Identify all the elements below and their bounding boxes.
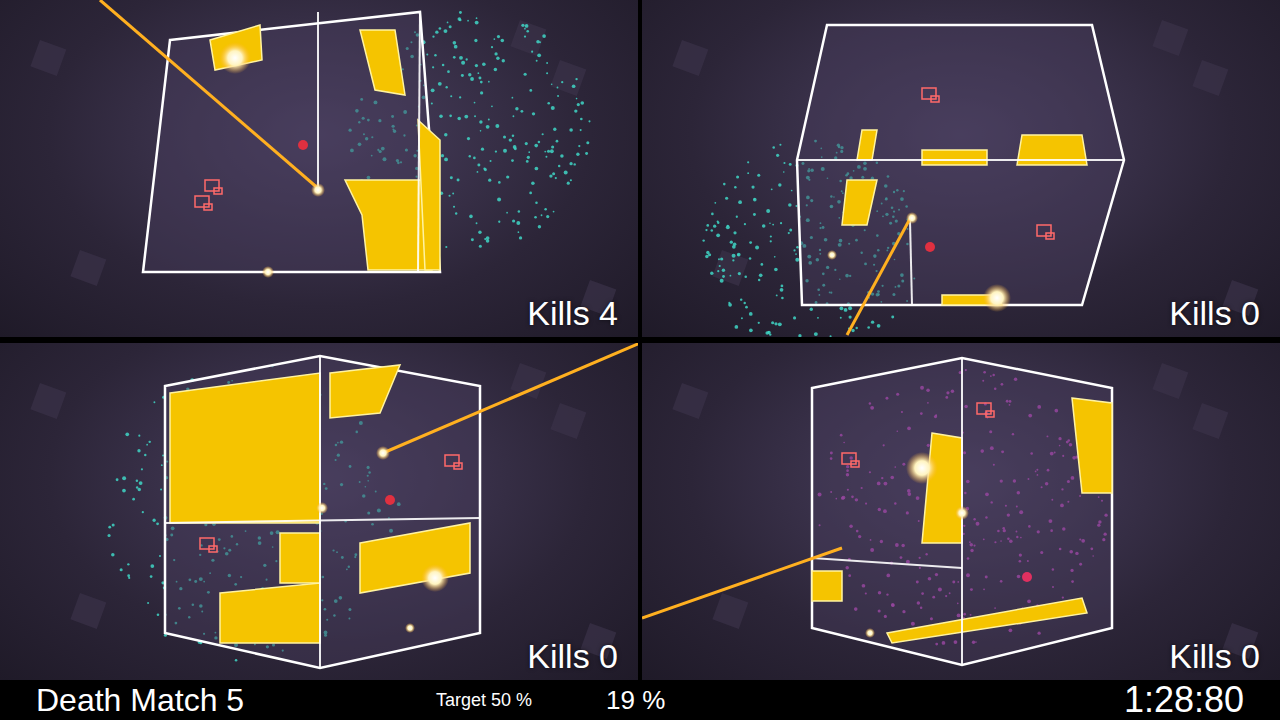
- wall-block: [330, 365, 400, 418]
- game-scene: [642, 0, 1280, 337]
- target-label: Target 50 %: [436, 690, 606, 711]
- player-glow: [827, 250, 837, 260]
- wall-block: [280, 533, 320, 583]
- player-glow: [906, 212, 918, 224]
- kills-label: Kills 0: [1167, 635, 1262, 678]
- wall-block: [360, 30, 405, 95]
- player-glow: [983, 284, 1011, 312]
- player-glow: [421, 564, 449, 592]
- cube: [797, 25, 1124, 305]
- player-glow: [865, 628, 875, 638]
- player-viewport: Kills 0: [642, 343, 1280, 680]
- enemy-marker: [385, 495, 395, 505]
- pickup-icon: [922, 88, 939, 102]
- wall-block: [887, 598, 1087, 643]
- player-glow: [316, 502, 328, 514]
- laser-beam: [847, 215, 912, 335]
- game-scene: [0, 343, 638, 680]
- cube: [143, 12, 440, 272]
- pickup-icon: [205, 180, 222, 194]
- player-glow: [311, 183, 325, 197]
- wall-block: [418, 120, 440, 270]
- split-screen: Kills 4Kills 0Kills 0Kills 0Death Match …: [0, 0, 1280, 720]
- wall-block: [812, 571, 842, 601]
- pickup-icon: [977, 403, 994, 417]
- pickup-icon: [842, 453, 859, 467]
- wall-block: [842, 180, 877, 225]
- cube: [165, 356, 480, 668]
- player-glow: [906, 452, 938, 484]
- status-bar: Death Match 5Target 50 %19 %1:28:80: [0, 680, 1280, 720]
- wall-block: [170, 373, 320, 523]
- timer-label: 1:28:80: [1124, 679, 1244, 720]
- player-viewport: Kills 0: [642, 0, 1280, 337]
- player-glow: [376, 446, 390, 460]
- wall-block: [360, 523, 470, 593]
- player-viewport: Kills 4: [0, 0, 638, 337]
- player-glow: [262, 266, 274, 278]
- player-glow: [405, 623, 415, 633]
- wall-block: [922, 150, 987, 165]
- laser-beam: [642, 548, 842, 618]
- pickup-icon: [195, 196, 212, 210]
- game-scene: [642, 343, 1280, 680]
- wall-block: [857, 130, 877, 160]
- laser-beam: [100, 0, 320, 190]
- pickup-icon: [1037, 225, 1054, 239]
- pickup-icon: [200, 538, 217, 552]
- wall-block: [922, 433, 962, 543]
- pickup-icon: [445, 455, 462, 469]
- kills-label: Kills 0: [1167, 292, 1262, 335]
- player-glow: [955, 506, 969, 520]
- player-glow: [219, 42, 251, 74]
- laser-beam: [383, 343, 638, 453]
- enemy-marker: [1022, 572, 1032, 582]
- wall-block: [1072, 398, 1112, 493]
- game-scene: [0, 0, 638, 337]
- viewport-grid: Kills 4 Kills 0 Kills 0 Kills 0: [0, 0, 1280, 680]
- enemy-marker: [298, 140, 308, 150]
- player-viewport: Kills 0: [0, 343, 638, 680]
- kills-label: Kills 0: [525, 635, 620, 678]
- wall-block: [220, 583, 320, 643]
- progress-label: 19 %: [606, 685, 1124, 716]
- enemy-marker: [925, 242, 935, 252]
- kills-label: Kills 4: [525, 292, 620, 335]
- mode-label: Death Match 5: [36, 682, 436, 719]
- cube: [812, 358, 1112, 665]
